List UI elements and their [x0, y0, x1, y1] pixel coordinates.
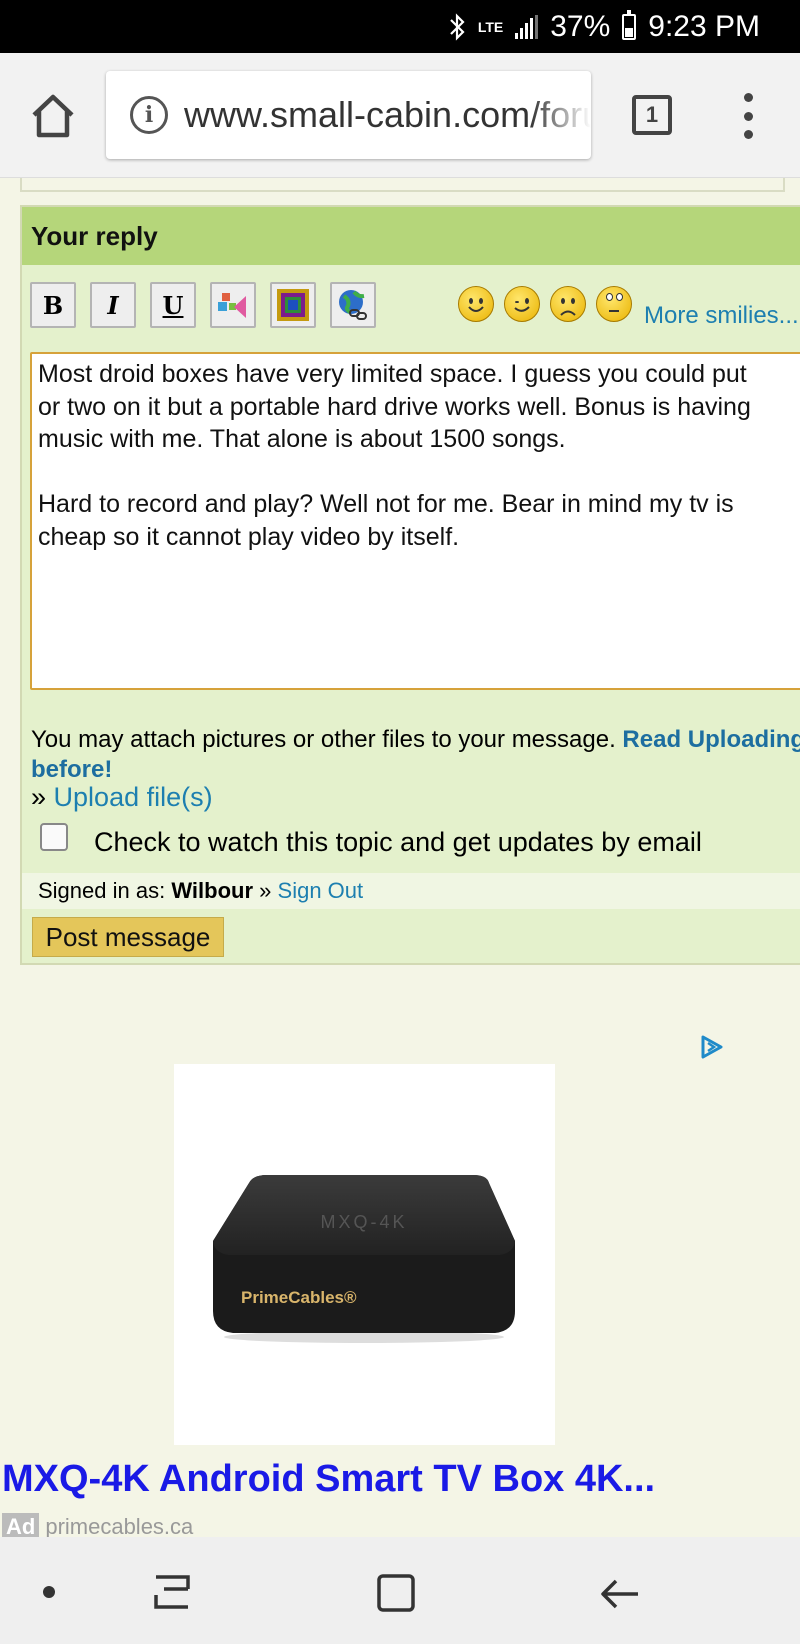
- home-square-icon[interactable]: [376, 1573, 416, 1613]
- italic-icon: I: [107, 290, 119, 320]
- sign-out-link[interactable]: Sign Out: [278, 878, 364, 903]
- tabs-icon[interactable]: 1: [632, 95, 672, 135]
- battery-icon: [622, 9, 637, 40]
- previous-post-edge: [20, 178, 785, 192]
- post-message-button[interactable]: Post message: [32, 917, 224, 957]
- editor-toolbar: B I U More smilies...: [22, 282, 800, 330]
- status-bar: LTE 37% 9:23 PM: [0, 0, 800, 53]
- italic-button[interactable]: I: [90, 282, 136, 328]
- recents-icon[interactable]: [152, 1575, 192, 1609]
- image-icon: [277, 289, 309, 321]
- link-icon: [339, 290, 367, 320]
- underline-button[interactable]: U: [150, 282, 196, 328]
- ad-title-link[interactable]: MXQ-4K Android Smart TV Box 4K...: [2, 1458, 655, 1501]
- info-icon[interactable]: i: [130, 96, 168, 134]
- bold-icon: B: [42, 290, 64, 320]
- image-button[interactable]: [270, 282, 316, 328]
- link-button[interactable]: [330, 282, 376, 328]
- browser-toolbar: i www.small-cabin.com/forum 1: [0, 53, 800, 178]
- android-nav-bar: [0, 1537, 800, 1644]
- tv-model-label: MXQ-4K: [320, 1212, 408, 1232]
- address-bar[interactable]: i www.small-cabin.com/forum: [106, 71, 591, 159]
- tv-brand-label: PrimeCables®: [241, 1288, 357, 1307]
- underline-icon: U: [162, 290, 184, 320]
- smile-icon[interactable]: [458, 286, 494, 322]
- bluetooth-icon: [448, 12, 466, 41]
- watch-topic-label[interactable]: Check to watch this topic and get update…: [94, 827, 702, 858]
- home-icon[interactable]: [28, 91, 78, 141]
- eyeroll-icon[interactable]: [596, 286, 632, 322]
- upload-files-link[interactable]: Upload file(s): [54, 782, 213, 812]
- watch-topic-checkbox[interactable]: [40, 822, 68, 851]
- bold-button[interactable]: B: [30, 282, 76, 328]
- reply-panel: Your reply B I U More smilies... Most dr…: [20, 205, 800, 965]
- dot-icon[interactable]: [42, 1585, 56, 1599]
- attach-text: You may attach pictures or other files t…: [31, 726, 616, 753]
- signed-in-row: Signed in as: Wilbour » Sign Out: [22, 873, 800, 909]
- ad-image[interactable]: MXQ-4K PrimeCables®: [174, 1064, 555, 1445]
- reply-header: Your reply: [22, 207, 800, 265]
- clock: 9:23 PM: [648, 9, 760, 43]
- color-button[interactable]: [210, 282, 256, 328]
- upload-row: » Upload file(s): [31, 782, 213, 813]
- username: Wilbour: [171, 878, 254, 903]
- sad-icon[interactable]: [550, 286, 586, 322]
- message-textarea[interactable]: Most droid boxes have very limited space…: [30, 352, 800, 690]
- overflow-menu-icon[interactable]: [738, 93, 758, 139]
- signed-in-label: Signed in as:: [38, 878, 166, 903]
- battery-percent: 37%: [550, 9, 611, 43]
- back-icon[interactable]: [600, 1577, 640, 1611]
- watch-topic-row: Check to watch this topic and get update…: [40, 822, 702, 858]
- color-icon: [218, 293, 246, 318]
- upload-prefix: »: [31, 782, 47, 812]
- wink-icon[interactable]: [504, 286, 540, 322]
- more-smilies-link[interactable]: More smilies...: [644, 302, 799, 330]
- adchoices-icon[interactable]: [697, 1033, 727, 1061]
- url-text[interactable]: www.small-cabin.com/forum: [184, 94, 591, 136]
- signal-icon: [515, 14, 539, 39]
- attach-info: You may attach pictures or other files t…: [31, 725, 800, 785]
- tv-box-image: MXQ-4K PrimeCables®: [211, 1175, 517, 1343]
- sign-out-prefix: »: [259, 878, 272, 903]
- lte-icon: LTE: [477, 18, 504, 35]
